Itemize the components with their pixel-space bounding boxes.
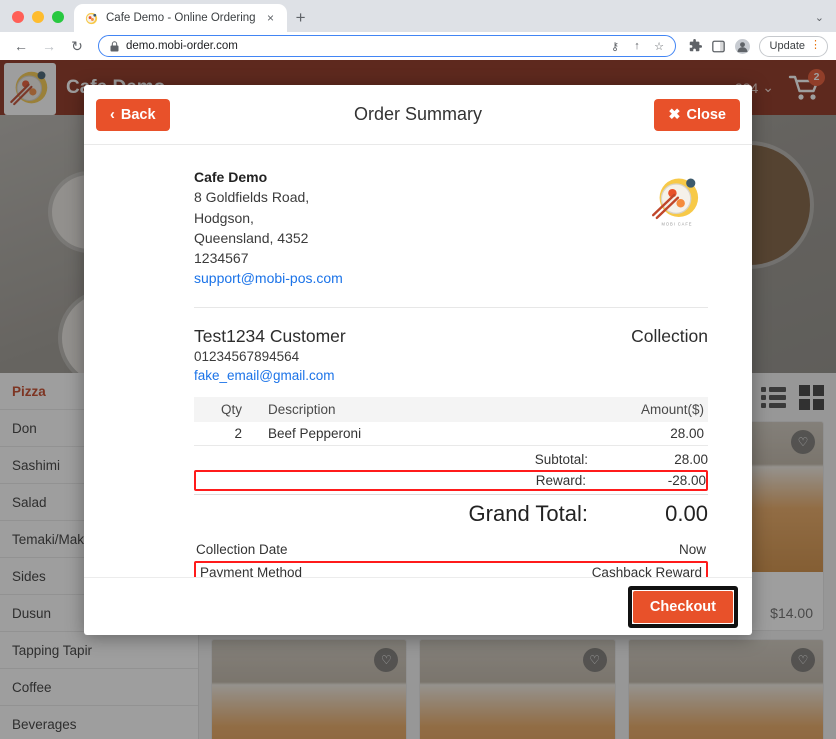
chevron-left-icon: ‹: [110, 106, 115, 123]
grand-total-value: 0.00: [665, 500, 708, 526]
address-bar-url[interactable]: demo.mobi-order.com: [126, 40, 601, 52]
payment-method-label: Payment Method: [200, 564, 303, 577]
cafe-favicon: [85, 12, 98, 24]
bookmark-star-icon[interactable]: ☆: [652, 40, 667, 53]
collection-date-label: Collection Date: [196, 541, 288, 557]
payment-method-row: Payment Method Cashback Reward: [194, 560, 708, 577]
address-bar[interactable]: demo.mobi-order.com ⚷ ↑ ☆: [98, 35, 676, 57]
side-panel-icon[interactable]: [708, 35, 730, 57]
cell-qty: 2: [194, 421, 264, 446]
new-tab-button[interactable]: +: [287, 4, 315, 32]
reward-row: Reward: -28.00: [194, 469, 708, 491]
modal-body: Cafe Demo 8 Goldfields Road, Hodgson, Qu…: [84, 145, 752, 577]
reward-label: Reward:: [535, 472, 586, 488]
lock-icon: [110, 40, 119, 51]
column-header-amount: Amount($): [598, 396, 708, 422]
business-address-line2: Hodgson,: [194, 209, 254, 226]
collection-date-value: Now: [678, 541, 706, 557]
maximize-window-button[interactable]: [52, 11, 64, 23]
extensions-icon[interactable]: [684, 35, 706, 57]
modal-header: ‹ Back Order Summary ✖ Close: [84, 85, 752, 145]
subtotal-value: 28.00: [674, 451, 708, 467]
customer-name: Test1234 Customer: [194, 325, 346, 346]
browser-tab[interactable]: Cafe Demo - Online Ordering ×: [74, 4, 287, 32]
order-items-table: Qty Description Amount($) 2 Beef Peppero…: [194, 396, 708, 446]
close-window-button[interactable]: [12, 11, 24, 23]
reward-value: -28.00: [667, 472, 706, 488]
collection-date-row: Collection Date Now: [194, 539, 708, 560]
business-address-line1: 8 Goldfields Road,: [194, 189, 310, 206]
column-header-qty: Qty: [194, 396, 264, 422]
profile-icon[interactable]: [732, 35, 754, 57]
reload-icon[interactable]: ↻: [64, 34, 90, 58]
customer-email-link[interactable]: fake_email@gmail.com: [194, 368, 708, 383]
checkout-highlight: Checkout: [627, 585, 738, 628]
totals-block: Subtotal: 28.00 Reward: -28.00 Grand Tot…: [194, 450, 708, 529]
table-row: 2 Beef Pepperoni 28.00: [194, 421, 708, 446]
browser-tab-title: Cafe Demo - Online Ordering: [106, 12, 256, 24]
back-icon[interactable]: ←: [8, 34, 34, 58]
close-button[interactable]: ✖ Close: [654, 98, 740, 131]
column-header-description: Description: [264, 396, 598, 422]
business-phone: 1234567: [194, 250, 249, 267]
order-summary-modal: ‹ Back Order Summary ✖ Close Cafe Demo 8…: [84, 85, 752, 635]
order-mode: Collection: [631, 325, 708, 346]
password-key-icon[interactable]: ⚷: [608, 40, 623, 53]
modal-title: Order Summary: [353, 104, 483, 124]
cell-description: Beef Pepperoni: [264, 421, 598, 446]
order-meta-block: Collection Date Now Payment Method Cashb…: [194, 539, 708, 577]
table-header-row: Qty Description Amount($): [194, 396, 708, 422]
forward-icon[interactable]: →: [36, 34, 62, 58]
cell-amount: 28.00: [598, 421, 708, 446]
business-name: Cafe Demo: [194, 169, 268, 185]
close-icon: ✖: [668, 106, 681, 123]
web-app: Pizza Don Sashimi Salad Temaki/Maki Side…: [0, 60, 836, 739]
browser-menu-icon[interactable]: ⋮: [810, 40, 821, 51]
customer-phone: 01234567894564: [194, 348, 300, 364]
minimize-window-button[interactable]: [32, 11, 44, 23]
business-block: Cafe Demo 8 Goldfields Road, Hodgson, Qu…: [194, 167, 708, 289]
update-button[interactable]: Update ⋮: [758, 35, 828, 57]
grand-total-label: Grand Total:: [468, 500, 588, 526]
browser-toolbar: ← → ↻ demo.mobi-order.com ⚷ ↑ ☆ Update ⋮: [0, 32, 836, 60]
svg-text:MOBI CAFE: MOBI CAFE: [662, 221, 693, 226]
grand-total-row: Grand Total: 0.00: [194, 493, 708, 529]
business-address-line3: Queensland, 4352: [194, 229, 309, 246]
back-button[interactable]: ‹ Back: [96, 98, 170, 131]
back-button-label: Back: [120, 106, 156, 123]
tab-close-icon[interactable]: ×: [263, 10, 279, 26]
tab-search-chevron-icon[interactable]: ⌄: [815, 11, 836, 32]
subtotal-row: Subtotal: 28.00: [194, 450, 708, 469]
divider: [194, 306, 708, 308]
modal-footer: Checkout: [84, 577, 752, 635]
business-info: Cafe Demo 8 Goldfields Road, Hodgson, Qu…: [194, 167, 343, 289]
browser-tab-strip: Cafe Demo - Online Ordering × + ⌄: [0, 0, 836, 32]
update-button-label: Update: [769, 40, 805, 52]
share-icon[interactable]: ↑: [630, 40, 645, 52]
business-email-link[interactable]: support@mobi-pos.com: [194, 268, 343, 288]
customer-header-row: Test1234 Customer Collection: [194, 326, 708, 347]
window-traffic-lights[interactable]: [0, 11, 74, 32]
payment-method-value: Cashback Reward: [591, 564, 702, 577]
mobi-cafe-logo: MOBI CAFE: [651, 178, 699, 226]
checkout-button[interactable]: Checkout: [632, 590, 733, 623]
subtotal-label: Subtotal:: [534, 451, 588, 467]
close-button-label: Close: [686, 106, 727, 123]
